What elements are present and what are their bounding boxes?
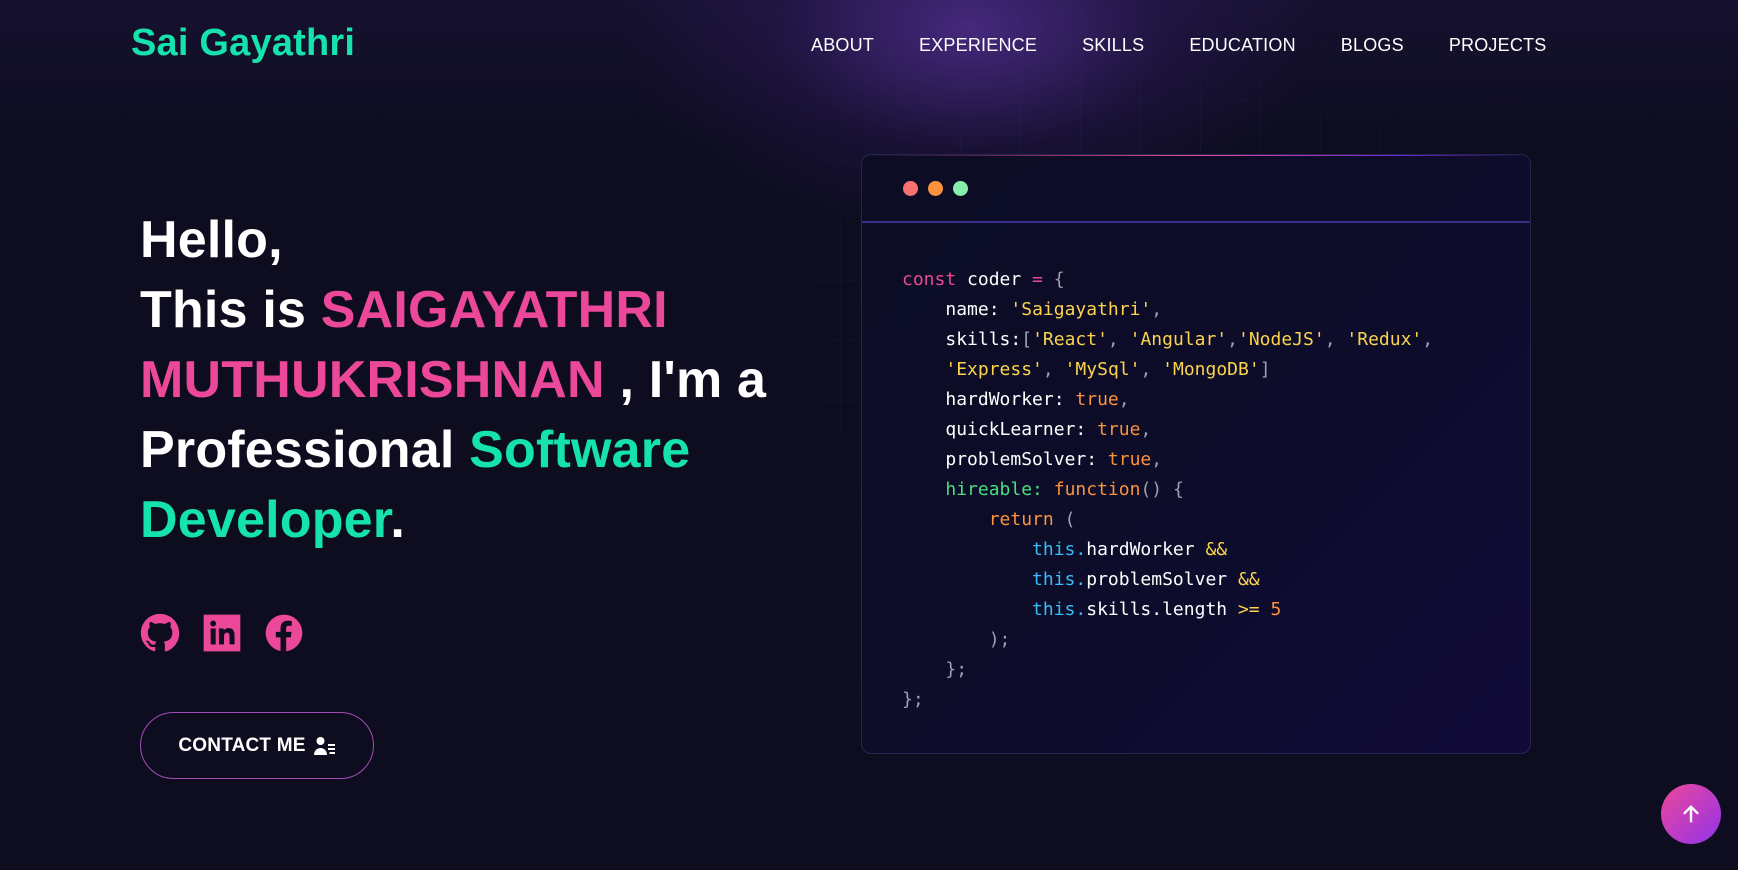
- user-list-icon: [313, 736, 335, 755]
- code-line: problemSolver: true,: [945, 449, 1163, 470]
- code-line: return (: [988, 509, 1076, 530]
- code-line: this.problemSolver &&: [1032, 569, 1260, 590]
- code-line: };: [945, 659, 968, 680]
- code-window: const coder = { name: 'Saigayathri', ski…: [861, 154, 1531, 754]
- site-logo[interactable]: Sai Gayathri: [131, 22, 355, 65]
- hero-greeting: Hello,: [140, 211, 283, 269]
- window-controls: [903, 181, 968, 196]
- code-line: skills:['React', 'Angular','NodeJS', 'Re…: [945, 329, 1434, 350]
- header-glow: [0, 0, 1738, 140]
- nav-item-projects[interactable]: PROJECTS: [1449, 35, 1547, 56]
- hero-heading: Hello, This is SAIGAYATHRI MUTHUKRISHNAN…: [140, 205, 800, 555]
- nav-item-blogs[interactable]: BLOGS: [1341, 35, 1404, 56]
- hero-intro: This is: [140, 281, 321, 339]
- code-line: quickLearner: true,: [945, 419, 1152, 440]
- scroll-to-top-button[interactable]: [1661, 784, 1721, 844]
- code-line: hardWorker: true,: [945, 389, 1130, 410]
- social-links: [140, 613, 304, 653]
- nav-item-education[interactable]: EDUCATION: [1189, 35, 1295, 56]
- code-block: const coder = { name: 'Saigayathri', ski…: [862, 223, 1530, 715]
- code-line: 'Express', 'MySql', 'MongoDB']: [945, 359, 1271, 380]
- code-line: const coder = {: [902, 269, 1065, 290]
- main-nav: ABOUT EXPERIENCE SKILLS EDUCATION BLOGS …: [811, 35, 1546, 56]
- contact-me-button[interactable]: CONTACT ME: [140, 712, 374, 779]
- hero-period: .: [390, 491, 406, 549]
- nav-item-skills[interactable]: SKILLS: [1082, 35, 1144, 56]
- maximize-dot: [953, 181, 968, 196]
- code-line: );: [988, 629, 1011, 650]
- code-line: hireable: function() {: [945, 479, 1184, 500]
- nav-item-about[interactable]: ABOUT: [811, 35, 874, 56]
- facebook-icon[interactable]: [264, 613, 304, 653]
- minimize-dot: [928, 181, 943, 196]
- code-line: };: [902, 689, 924, 710]
- code-window-header: [862, 155, 1530, 223]
- close-dot: [903, 181, 918, 196]
- code-line: this.hardWorker &&: [1032, 539, 1228, 560]
- github-icon[interactable]: [140, 613, 180, 653]
- nav-item-experience[interactable]: EXPERIENCE: [919, 35, 1037, 56]
- contact-me-label: CONTACT ME: [178, 734, 306, 756]
- linkedin-icon[interactable]: [202, 613, 242, 653]
- arrow-up-icon: [1683, 805, 1699, 823]
- code-line: this.skills.length >= 5: [1032, 599, 1282, 620]
- code-line: name: 'Saigayathri',: [945, 299, 1163, 320]
